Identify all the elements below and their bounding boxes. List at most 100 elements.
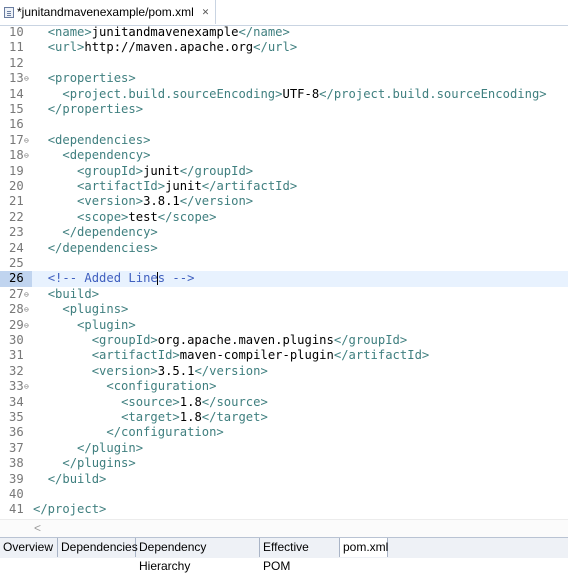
page-tab-dependencies[interactable]: Dependencies [58, 538, 138, 557]
code-text: <dependency> [62, 148, 151, 163]
code-text: </project> [33, 502, 107, 517]
code-line[interactable]: 32 <version>3.5.1</version> [0, 364, 568, 379]
editor-tab-bar: *junitandmavenexample/pom.xml ✕ [0, 0, 568, 26]
code-line[interactable]: 25 [0, 256, 568, 271]
text-caret [157, 272, 159, 286]
line-number: 39 [9, 471, 24, 486]
fold-toggle-icon[interactable]: ⊖ [24, 287, 29, 302]
line-number: 12 [9, 55, 24, 70]
code-line[interactable]: 23 </dependency> [0, 225, 568, 240]
pom-editor-page-tabs: Overview Dependencies Dependency Hierarchy… [0, 537, 568, 573]
code-line[interactable]: 34 <source>1.8</source> [0, 395, 568, 410]
code-text: <!-- Added Lines --> [47, 271, 195, 286]
code-line[interactable]: 31 <artifactId>maven-compiler-plugin</ar… [0, 348, 568, 363]
code-line[interactable]: 26 <!-- Added Lines --> [0, 271, 568, 287]
code-line[interactable]: 28 ⊖ <plugins> [0, 302, 568, 317]
code-text: </dependencies> [47, 240, 158, 255]
line-number: 38 [9, 456, 24, 471]
code-line[interactable]: 27 ⊖ <build> [0, 287, 568, 302]
line-number: 30 [9, 333, 24, 347]
code-text: <target>1.8</target> [121, 410, 268, 424]
code-text: <properties> [47, 71, 136, 86]
xml-source-editor[interactable]: 10 <name>junitandmavenexample</name> 11 <… [0, 25, 568, 519]
code-line[interactable]: 17 ⊖ <dependencies> [0, 133, 568, 148]
editor-tab-pom-xml[interactable]: *junitandmavenexample/pom.xml ✕ [0, 0, 217, 24]
page-tab-effective-pom[interactable]: Effective POM [260, 538, 340, 573]
code-line[interactable]: 14 <project.build.sourceEncoding>UTF-8</… [0, 87, 568, 102]
line-number: 24 [9, 240, 24, 255]
code-text: <dependencies> [47, 132, 151, 147]
code-line[interactable]: 37 </plugin> [0, 441, 568, 456]
line-number: 40 [9, 487, 24, 501]
line-number: 41 [9, 502, 24, 517]
line-number: 22 [9, 209, 24, 224]
code-line[interactable]: 20 <artifactId>junit</artifactId> [0, 179, 568, 194]
code-line[interactable]: 38 </plugins> [0, 456, 568, 471]
code-line[interactable]: 12 [0, 56, 568, 71]
code-line[interactable]: 21 <version>3.8.1</version> [0, 194, 568, 209]
fold-toggle-icon[interactable]: ⊖ [24, 318, 29, 333]
code-line[interactable]: 10 <name>junitandmavenexample</name> [0, 25, 568, 40]
line-number: 35 [9, 410, 24, 424]
code-text: <configuration> [106, 379, 217, 394]
line-number: 37 [9, 440, 24, 455]
code-line[interactable]: 19 <groupId>junit</groupId> [0, 164, 568, 179]
code-line[interactable]: 24 </dependencies> [0, 241, 568, 256]
code-text: </plugins> [62, 456, 136, 471]
code-text: </build> [47, 471, 107, 486]
code-text: <scope>test</scope> [77, 209, 217, 224]
line-number: 20 [9, 179, 24, 193]
page-tab-pom-xml[interactable]: pom.xml [340, 538, 388, 557]
code-line[interactable]: 18 ⊖ <dependency> [0, 148, 568, 163]
line-number: 21 [9, 194, 24, 209]
editor-tab-title: *junitandmavenexample/pom.xml [17, 5, 194, 19]
fold-toggle-icon[interactable]: ⊖ [24, 302, 29, 317]
code-text: <plugins> [62, 302, 129, 317]
code-line[interactable]: 11 <url>http://maven.apache.org</url> [0, 40, 568, 55]
code-text: <version>3.5.1</version> [91, 363, 268, 378]
fold-toggle-icon[interactable]: ⊖ [24, 133, 29, 148]
page-tab-overview[interactable]: Overview [0, 538, 58, 557]
code-text: <artifactId>maven-compiler-plugin</artif… [91, 348, 430, 363]
code-line[interactable]: 22 <scope>test</scope> [0, 210, 568, 225]
fold-toggle-icon[interactable]: ⊖ [24, 71, 29, 86]
close-icon[interactable]: ✕ [202, 7, 210, 18]
code-text: </configuration> [106, 425, 224, 440]
line-number: 34 [9, 394, 24, 409]
fold-toggle-icon[interactable]: ⊖ [24, 148, 29, 163]
line-number: 15 [9, 102, 24, 116]
fold-toggle-icon[interactable]: ⊖ [24, 379, 29, 394]
code-line[interactable]: 16 [0, 117, 568, 132]
code-text: </plugin> [77, 440, 144, 455]
code-line[interactable]: 30 <groupId>org.apache.maven.plugins</gr… [0, 333, 568, 348]
line-number: 31 [9, 348, 24, 363]
horizontal-scrollbar[interactable]: < [0, 519, 568, 537]
line-number: 32 [9, 363, 24, 378]
line-number: 36 [9, 425, 24, 440]
code-text: <version>3.8.1</version> [77, 194, 254, 209]
line-number: 25 [9, 256, 24, 270]
line-number: 11 [9, 40, 24, 55]
line-number: 26 [0, 271, 32, 287]
code-line[interactable]: 36 </configuration> [0, 425, 568, 440]
xml-file-icon [4, 6, 14, 18]
code-line[interactable]: 15 </properties> [0, 102, 568, 117]
code-line[interactable]: 35 <target>1.8</target> [0, 410, 568, 425]
scroll-left-icon[interactable]: < [34, 521, 41, 535]
code-text: <source>1.8</source> [121, 394, 268, 409]
code-text: <build> [47, 286, 100, 301]
page-tab-dependency-hierarchy[interactable]: Dependency Hierarchy [136, 538, 260, 573]
code-line[interactable]: 39 </build> [0, 472, 568, 487]
line-number: 10 [9, 25, 24, 39]
line-number: 16 [9, 117, 24, 132]
code-line[interactable]: 41 </project> [0, 502, 568, 517]
code-line[interactable]: 33 ⊖ <configuration> [0, 379, 568, 394]
code-text: </properties> [47, 102, 144, 116]
code-line[interactable]: 40 [0, 487, 568, 502]
code-text: <groupId>org.apache.maven.plugins</group… [91, 333, 408, 347]
code-line[interactable]: 29 ⊖ <plugin> [0, 318, 568, 333]
code-text: <plugin> [77, 317, 136, 332]
line-number: 14 [9, 86, 24, 101]
code-text: <artifactId>junit</artifactId> [77, 179, 298, 193]
code-line[interactable]: 13 ⊖ <properties> [0, 71, 568, 86]
